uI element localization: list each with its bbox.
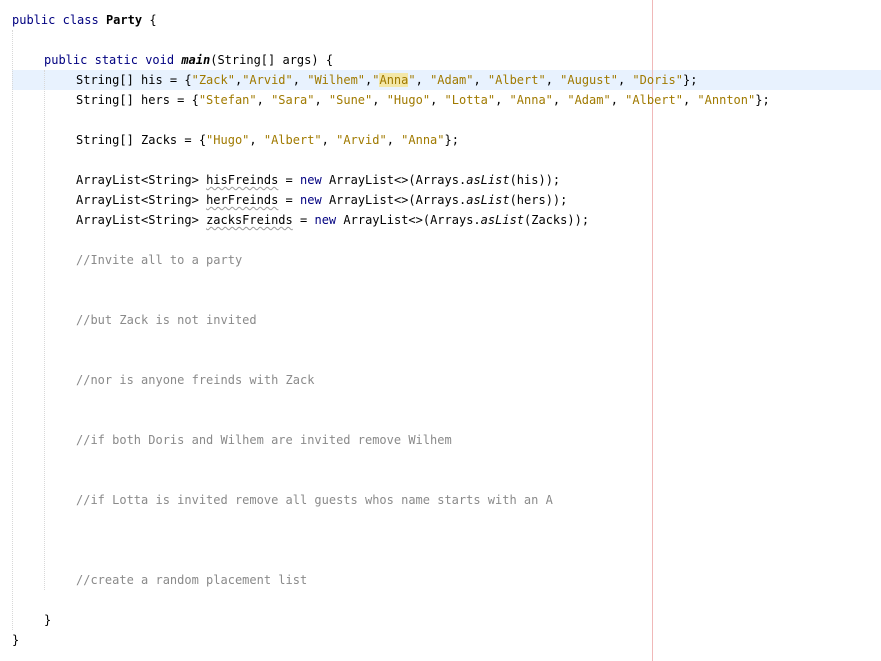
string-literal: "Albert" — [263, 133, 322, 147]
string-literal: "Doris" — [632, 73, 683, 87]
constructor-call: ArrayList<>(Arrays. — [328, 193, 467, 207]
string-literal: "Sune" — [328, 93, 373, 107]
string-literal: "Albert" — [487, 73, 546, 87]
hers-declaration: String[] hers = { — [76, 93, 199, 107]
array-close: }; — [682, 73, 698, 87]
constructor-call: ArrayList<>(Arrays. — [343, 213, 481, 227]
type-name: ArrayList<String> — [76, 213, 199, 227]
static-method-call: asList — [466, 173, 510, 187]
code-line-zacks-array[interactable]: String[] Zacks = {"Hugo", "Albert", "Arv… — [76, 130, 459, 150]
code-line-his-array[interactable]: String[] his = {"Zack","Arvid", "Wilhem"… — [76, 70, 697, 90]
assign-operator: = — [300, 213, 308, 227]
code-line-main-method[interactable]: public static void main(String[] args) { — [44, 50, 333, 70]
code-line-zacks-freinds[interactable]: ArrayList<String> zacksFreinds = new Arr… — [76, 210, 589, 230]
variable-unused-warning[interactable]: zacksFreinds — [206, 213, 293, 227]
type-name: ArrayList<String> — [76, 193, 199, 207]
class-name: Party — [105, 13, 143, 27]
call-arguments: (hers)); — [509, 193, 568, 207]
keyword-public: public — [44, 53, 88, 67]
string-literal: "Arvid" — [336, 133, 387, 147]
keyword-new: new — [300, 193, 322, 207]
code-comment-invite[interactable]: //Invite all to a party — [76, 250, 242, 270]
static-method-call: asList — [466, 193, 510, 207]
string-literal-anna-highlighted: "Anna" — [372, 73, 416, 87]
code-editor[interactable]: public class Party { public static void … — [0, 0, 881, 661]
code-line-hers-array[interactable]: String[] hers = {"Stefan", "Sara", "Sune… — [76, 90, 770, 110]
string-literal: "Lotta" — [444, 93, 496, 107]
open-brace: { — [149, 13, 157, 27]
code-comment-doris-wilhem[interactable]: //if both Doris and Wilhem are invited r… — [76, 430, 452, 450]
code-comment-no-zack-friends[interactable]: //nor is anyone freinds with Zack — [76, 370, 314, 390]
occurrence-highlight: Anna — [379, 73, 409, 87]
method-params: (String[] args) { — [210, 53, 334, 67]
string-literal: "Adam" — [430, 73, 474, 87]
string-literal: "Zack" — [191, 73, 235, 87]
string-literal: "Wilhem" — [307, 73, 366, 87]
keyword-void: void — [145, 53, 175, 67]
string-literal: "Anna" — [509, 93, 553, 107]
variable-unused-warning[interactable]: hisFreinds — [206, 173, 278, 187]
type-name: ArrayList<String> — [76, 173, 199, 187]
string-literal: "Adam" — [567, 93, 611, 107]
code-comment-placement[interactable]: //create a random placement list — [76, 570, 307, 590]
string-literal: "Annton" — [697, 93, 756, 107]
keyword-new: new — [300, 173, 322, 187]
call-arguments: (his)); — [509, 173, 561, 187]
keyword-public: public — [12, 13, 56, 27]
code-line-class-declaration[interactable]: public class Party { — [12, 10, 157, 30]
string-literal: "Hugo" — [386, 93, 431, 107]
call-arguments: (Zacks)); — [524, 213, 590, 227]
keyword-new: new — [314, 213, 337, 227]
code-line-her-freinds[interactable]: ArrayList<String> herFreinds = new Array… — [76, 190, 567, 210]
array-close: }; — [444, 133, 459, 147]
constructor-call: ArrayList<>(Arrays. — [328, 173, 467, 187]
method-name: main — [181, 53, 211, 67]
assign-operator: = — [285, 193, 293, 207]
string-literal: "Stefan" — [198, 93, 257, 107]
string-literal: "Sara" — [271, 93, 315, 107]
assign-operator: = — [285, 173, 293, 187]
variable-unused-warning[interactable]: herFreinds — [206, 193, 278, 207]
keyword-class: class — [62, 13, 99, 27]
class-close-brace[interactable]: } — [12, 630, 19, 650]
string-literal: "Arvid" — [242, 73, 293, 87]
string-literal: "Albert" — [625, 93, 683, 107]
array-close: }; — [755, 93, 770, 107]
string-literal: "Hugo" — [206, 133, 250, 147]
zacks-declaration: String[] Zacks = { — [76, 133, 207, 147]
indent-guide-class — [12, 30, 13, 630]
indent-guide-method — [44, 70, 45, 590]
code-comment-not-zack[interactable]: //but Zack is not invited — [76, 310, 257, 330]
string-literal: "August" — [560, 73, 618, 87]
method-close-brace[interactable]: } — [44, 610, 51, 630]
his-declaration: String[] his = { — [76, 73, 192, 87]
code-comment-lotta[interactable]: //if Lotta is invited remove all guests … — [76, 490, 553, 510]
static-method-call: asList — [480, 213, 525, 227]
string-literal: "Anna" — [401, 133, 445, 147]
keyword-static: static — [94, 53, 138, 67]
code-line-his-freinds[interactable]: ArrayList<String> hisFreinds = new Array… — [76, 170, 560, 190]
